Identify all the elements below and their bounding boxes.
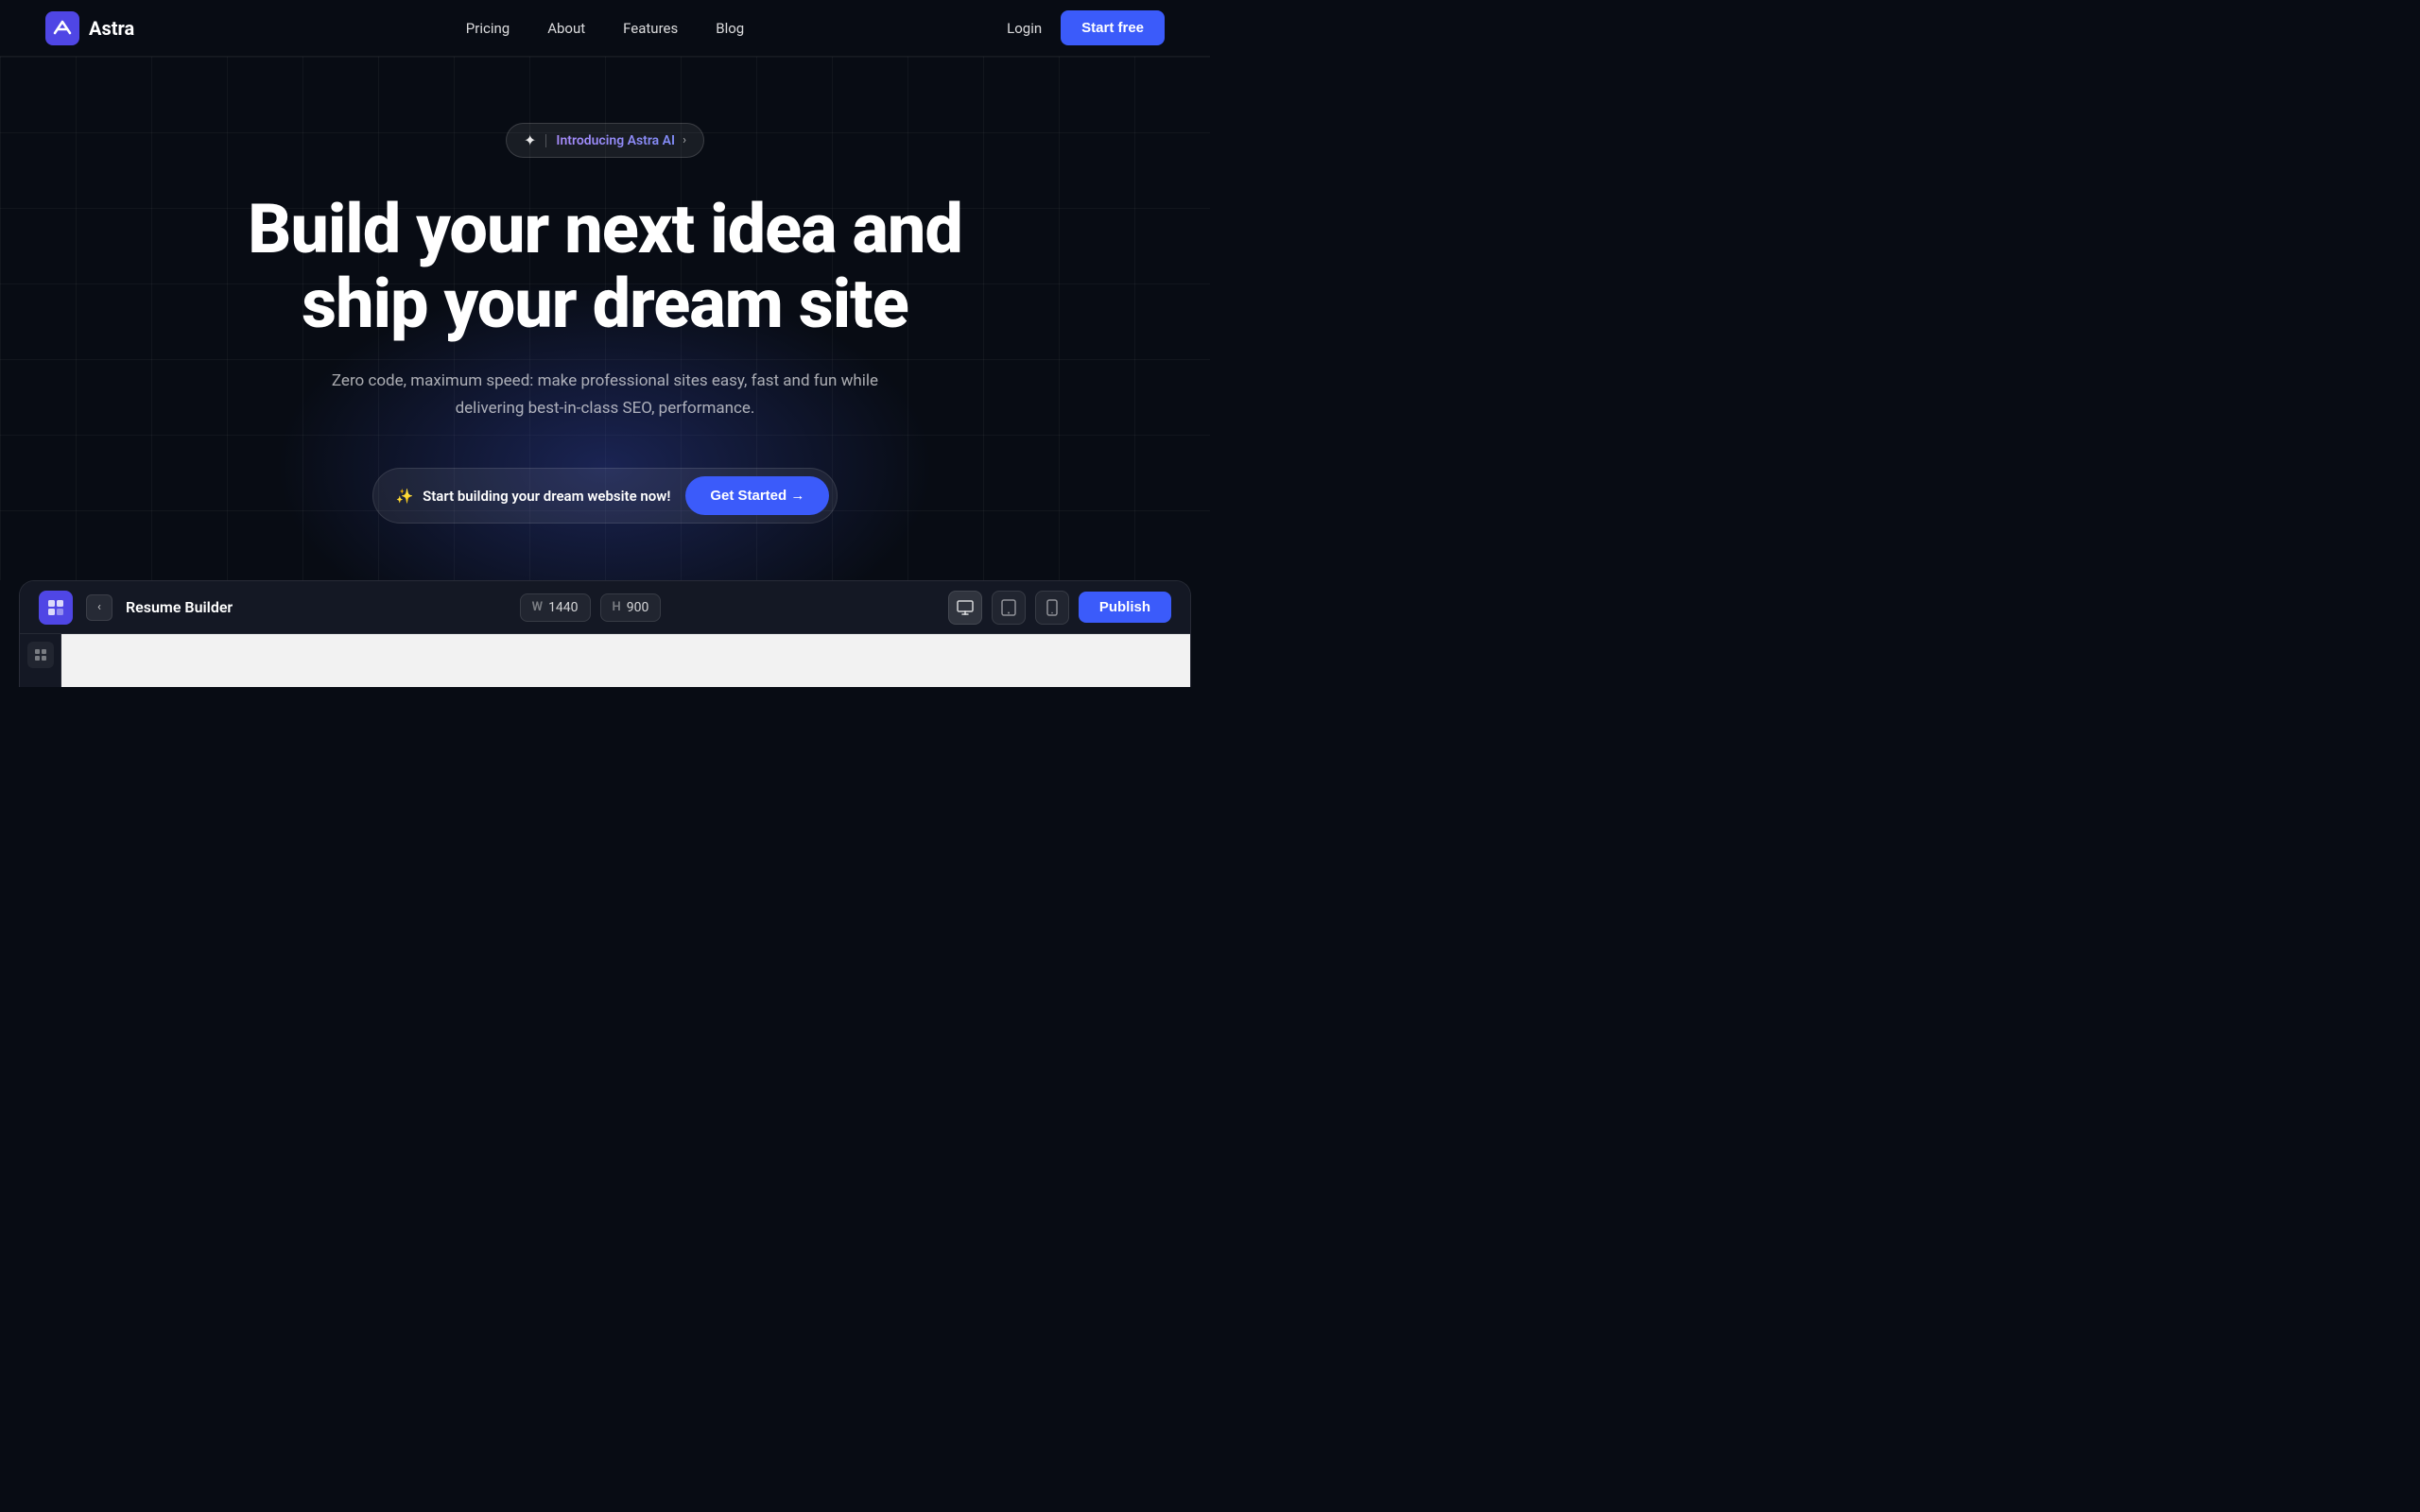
nav-link-blog[interactable]: Blog — [716, 20, 744, 37]
nav-link-features[interactable]: Features — [623, 20, 678, 37]
desktop-view-button[interactable] — [948, 591, 982, 625]
height-input[interactable]: H 900 — [600, 593, 662, 622]
cta-bar-label: Start building your dream website now! — [423, 488, 670, 505]
builder-canvas — [20, 634, 1190, 687]
logo-icon — [45, 11, 79, 45]
nav-link-about[interactable]: About — [547, 20, 585, 37]
badge-chevron-icon: › — [683, 133, 686, 147]
hero-section: ✦ Introducing Astra AI › Build your next… — [0, 57, 1210, 580]
hero-title-line1: Build your next idea and — [248, 189, 962, 269]
back-button[interactable]: ‹ — [86, 594, 112, 621]
nav-links: Pricing About Features Blog — [466, 20, 744, 37]
badge-sparkle-icon: ✦ — [524, 131, 536, 149]
height-value[interactable]: 900 — [627, 600, 649, 615]
get-started-button[interactable]: Get Started → — [685, 476, 829, 515]
width-label: W — [532, 600, 543, 614]
builder-title: Resume Builder — [126, 598, 233, 616]
app-icon — [39, 591, 73, 625]
toolbar-right: Publish — [948, 591, 1171, 625]
sidebar-panel — [20, 634, 61, 687]
navbar: Astra Pricing About Features Blog Login … — [0, 0, 1210, 57]
builder-toolbar: ‹ Resume Builder W 1440 H 900 — [20, 581, 1190, 634]
builder-preview: ‹ Resume Builder W 1440 H 900 — [19, 580, 1191, 687]
badge-divider — [545, 134, 546, 147]
sidebar-icon-1[interactable] — [27, 642, 54, 668]
height-label: H — [613, 600, 621, 614]
hero-title: Build your next idea and ship your dream… — [248, 192, 962, 341]
width-input[interactable]: W 1440 — [520, 593, 591, 622]
cta-sparkle-icon: ✨ — [396, 488, 414, 505]
hero-subtitle: Zero code, maximum speed: make professio… — [331, 368, 879, 422]
publish-button[interactable]: Publish — [1079, 592, 1171, 623]
toolbar-left: ‹ Resume Builder — [39, 591, 233, 625]
brand-name: Astra — [89, 17, 134, 40]
mobile-view-button[interactable] — [1035, 591, 1069, 625]
width-value[interactable]: 1440 — [548, 600, 578, 615]
toolbar-center: W 1440 H 900 — [520, 593, 662, 622]
cta-bar: ✨ Start building your dream website now!… — [372, 468, 838, 524]
login-link[interactable]: Login — [1007, 20, 1042, 37]
intro-badge[interactable]: ✦ Introducing Astra AI › — [506, 123, 704, 158]
nav-right: Login Start free — [1007, 10, 1165, 45]
cta-bar-text: ✨ Start building your dream website now! — [396, 488, 671, 505]
hero-title-line2: ship your dream site — [302, 264, 908, 344]
nav-link-pricing[interactable]: Pricing — [466, 20, 510, 37]
badge-label: Introducing Astra AI — [556, 133, 675, 148]
start-free-button[interactable]: Start free — [1061, 10, 1165, 45]
brand-logo[interactable]: Astra — [45, 11, 134, 45]
tablet-view-button[interactable] — [992, 591, 1026, 625]
